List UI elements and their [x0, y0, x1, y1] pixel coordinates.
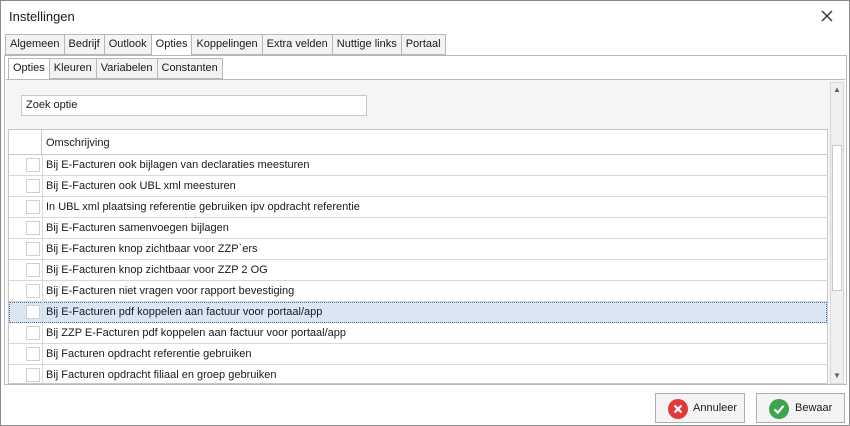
subtab-constanten[interactable]: Constanten	[157, 58, 223, 79]
table-row[interactable]: Bij E-Facturen knop zichtbaar voor ZZP`e…	[9, 239, 827, 260]
option-description: Bij E-Facturen samenvoegen bijlagen	[46, 222, 229, 234]
tab-algemeen[interactable]: Algemeen	[5, 34, 65, 55]
tab-bedrijf[interactable]: Bedrijf	[64, 34, 105, 55]
table-row[interactable]: Bij E-Facturen niet vragen voor rapport …	[9, 281, 827, 302]
option-checkbox[interactable]	[26, 158, 40, 172]
table-row[interactable]: In UBL xml plaatsing referentie gebruike…	[9, 197, 827, 218]
vertical-scrollbar[interactable]: ▲ ▼	[830, 82, 844, 384]
option-description: Bij Facturen opdracht referentie gebruik…	[46, 348, 252, 360]
sub-tabs: Opties Kleuren Variabelen Constanten	[8, 58, 223, 80]
cancel-button[interactable]: Annuleer	[655, 393, 745, 423]
options-subtab-panel: Zoek optie Omschrijving Bij E-Facturen o…	[6, 79, 845, 384]
row-divider	[42, 302, 43, 322]
row-selector-header	[9, 130, 42, 154]
subtab-variabelen[interactable]: Variabelen	[96, 58, 158, 79]
save-button-label: Bewaar	[795, 402, 833, 414]
table-row[interactable]: Bij E-Facturen ook UBL xml meesturen	[9, 176, 827, 197]
table-row[interactable]: Bij E-Facturen pdf koppelen aan factuur …	[9, 302, 827, 323]
row-divider	[42, 281, 43, 301]
option-checkbox[interactable]	[26, 368, 40, 382]
window-title: Instellingen	[9, 9, 75, 24]
option-checkbox[interactable]	[26, 242, 40, 256]
check-icon	[769, 399, 789, 419]
save-button[interactable]: Bewaar	[756, 393, 845, 423]
option-description: Bij ZZP E-Facturen pdf koppelen aan fact…	[46, 327, 347, 339]
tab-extra-velden[interactable]: Extra velden	[262, 34, 333, 55]
option-checkbox[interactable]	[26, 200, 40, 214]
arrow-down-icon[interactable]: ▼	[831, 369, 843, 383]
row-divider	[42, 155, 43, 175]
option-checkbox[interactable]	[26, 347, 40, 361]
table-row[interactable]: Bij E-Facturen ook bijlagen van declarat…	[9, 155, 827, 176]
subtab-kleuren[interactable]: Kleuren	[49, 58, 97, 79]
option-checkbox[interactable]	[26, 284, 40, 298]
cancel-button-label: Annuleer	[693, 402, 738, 414]
table-row[interactable]: Bij E-Facturen samenvoegen bijlagen	[9, 218, 827, 239]
tab-koppelingen[interactable]: Koppelingen	[192, 34, 263, 55]
option-description: Bij Facturen opdracht filiaal en groep g…	[46, 369, 277, 381]
tab-nuttige-links[interactable]: Nuttige links	[332, 34, 402, 55]
option-checkbox[interactable]	[26, 179, 40, 193]
row-divider	[42, 323, 43, 343]
option-description: Bij E-Facturen pdf koppelen aan factuur …	[46, 306, 323, 318]
option-description: Bij E-Facturen niet vragen voor rapport …	[46, 285, 295, 297]
column-header-omschrijving[interactable]: Omschrijving	[46, 137, 110, 149]
grid-header: Omschrijving	[9, 130, 827, 155]
row-divider	[42, 344, 43, 364]
tab-outlook[interactable]: Outlook	[104, 34, 152, 55]
option-description: Bij E-Facturen ook UBL xml meesturen	[46, 180, 236, 192]
option-description: Bij E-Facturen ook bijlagen van declarat…	[46, 159, 310, 171]
row-divider	[42, 365, 43, 383]
scrollbar-thumb[interactable]	[832, 145, 842, 291]
row-divider	[42, 218, 43, 238]
option-checkbox[interactable]	[26, 326, 40, 340]
option-description: Bij E-Facturen knop zichtbaar voor ZZP`e…	[46, 243, 258, 255]
close-icon[interactable]	[819, 8, 835, 24]
tab-portaal[interactable]: Portaal	[401, 34, 446, 55]
options-grid: Omschrijving Bij E-Facturen ook bijlagen…	[8, 129, 828, 384]
grid-rows: Bij E-Facturen ook bijlagen van declarat…	[9, 155, 827, 383]
option-description: In UBL xml plaatsing referentie gebruike…	[46, 201, 360, 213]
table-row[interactable]: Bij Facturen opdracht referentie gebruik…	[9, 344, 827, 365]
subtab-opties[interactable]: Opties	[8, 58, 50, 80]
arrow-up-icon[interactable]: ▲	[831, 83, 843, 97]
cancel-icon	[668, 399, 688, 419]
search-input[interactable]: Zoek optie	[21, 95, 367, 116]
table-row[interactable]: Bij Facturen opdracht filiaal en groep g…	[9, 365, 827, 383]
tab-opties[interactable]: Opties	[151, 34, 193, 56]
row-divider	[42, 197, 43, 217]
row-divider	[42, 260, 43, 280]
row-divider	[42, 176, 43, 196]
table-row[interactable]: Bij ZZP E-Facturen pdf koppelen aan fact…	[9, 323, 827, 344]
option-checkbox[interactable]	[26, 221, 40, 235]
row-divider	[42, 239, 43, 259]
settings-window: Instellingen Algemeen Bedrijf Outlook Optie…	[0, 0, 850, 426]
option-description: Bij E-Facturen knop zichtbaar voor ZZP 2…	[46, 264, 268, 276]
title-bar: Instellingen	[1, 1, 849, 33]
table-row[interactable]: Bij E-Facturen knop zichtbaar voor ZZP 2…	[9, 260, 827, 281]
options-tab-panel: Opties Kleuren Variabelen Constanten Zoek o…	[4, 55, 847, 385]
main-tabs: Algemeen Bedrijf Outlook Opties Koppelingen E…	[5, 34, 446, 56]
option-checkbox[interactable]	[26, 305, 40, 319]
option-checkbox[interactable]	[26, 263, 40, 277]
